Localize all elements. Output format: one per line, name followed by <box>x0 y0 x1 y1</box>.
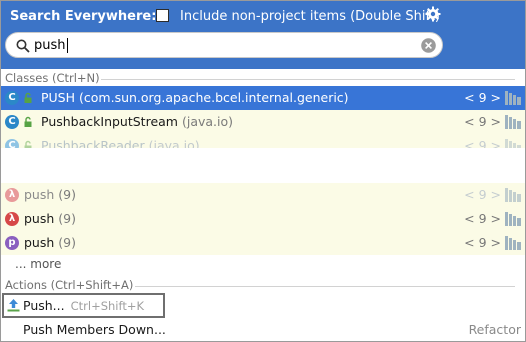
class-row-pushbackreader[interactable]: C PushbackReader (java.io) < 9 > <box>1 134 525 148</box>
class-icon: C <box>5 115 19 129</box>
library-icon <box>505 91 521 105</box>
symbol-row[interactable]: λ push (9) < 9 > <box>1 207 525 231</box>
symbol-name: push (9) <box>24 235 76 250</box>
class-row-pushbackinputstream[interactable]: C PushbackInputStream (java.io) < 9 > <box>1 110 525 134</box>
search-icon <box>16 39 30 53</box>
module-label: < 9 > <box>464 114 501 129</box>
module-label: < 9 > <box>464 211 501 226</box>
class-name: PushbackInputStream (java.io) <box>41 114 234 129</box>
property-icon: p <box>5 236 19 250</box>
include-non-project-label[interactable]: Include non-project items (Double Shift) <box>180 9 440 24</box>
symbol-row[interactable]: p push (9) < 9 > <box>1 231 525 255</box>
library-icon <box>505 115 521 129</box>
class-name: PUSH (com.sun.org.apache.bcel.internal.g… <box>41 90 349 105</box>
classes-section-label: Classes (Ctrl+N) <box>5 71 100 85</box>
module-label: < 9 > <box>464 138 501 148</box>
library-icon <box>505 212 521 226</box>
class-icon: C <box>5 139 19 148</box>
symbol-name: push (9) <box>24 211 76 226</box>
module-label: < 9 > <box>464 235 501 250</box>
action-row-push-members-down[interactable]: Push Members Down... Refactor <box>1 319 525 341</box>
library-icon <box>505 236 521 250</box>
lock-icon <box>24 140 32 148</box>
class-row-push[interactable]: C PUSH (com.sun.org.apache.bcel.internal… <box>1 86 525 110</box>
class-icon: C <box>5 91 19 105</box>
more-link[interactable]: ... more <box>15 257 61 271</box>
clear-icon[interactable] <box>421 38 436 53</box>
text-caret <box>67 38 68 53</box>
highlight-frame <box>2 293 165 318</box>
popup-title: Search Everywhere: <box>10 9 157 24</box>
symbol-row[interactable]: λ push (9) < 9 > <box>1 183 525 207</box>
include-non-project-checkbox[interactable] <box>156 9 169 22</box>
library-icon <box>505 188 521 202</box>
search-everywhere-popup: Search Everywhere: Include non-project i… <box>0 0 526 342</box>
action-label: Push Members Down... <box>23 322 166 337</box>
section-divider <box>101 79 515 80</box>
lock-icon <box>24 92 32 103</box>
lambda-icon: λ <box>5 188 19 202</box>
actions-section-label: Actions (Ctrl+Shift+A) <box>5 278 134 292</box>
lambda-icon: λ <box>5 212 19 226</box>
search-field[interactable] <box>5 32 443 58</box>
section-divider <box>135 286 515 287</box>
action-category: Refactor <box>468 322 521 337</box>
gear-icon[interactable] <box>425 6 441 22</box>
library-icon <box>505 139 521 148</box>
popup-header: Search Everywhere: Include non-project i… <box>1 1 525 69</box>
search-input[interactable] <box>34 36 414 54</box>
symbol-name: push (9) <box>24 187 76 202</box>
lock-icon <box>24 116 32 127</box>
module-label: < 9 > <box>464 90 501 105</box>
module-label: < 9 > <box>464 187 501 202</box>
class-name: PushbackReader (java.io) <box>41 138 200 148</box>
